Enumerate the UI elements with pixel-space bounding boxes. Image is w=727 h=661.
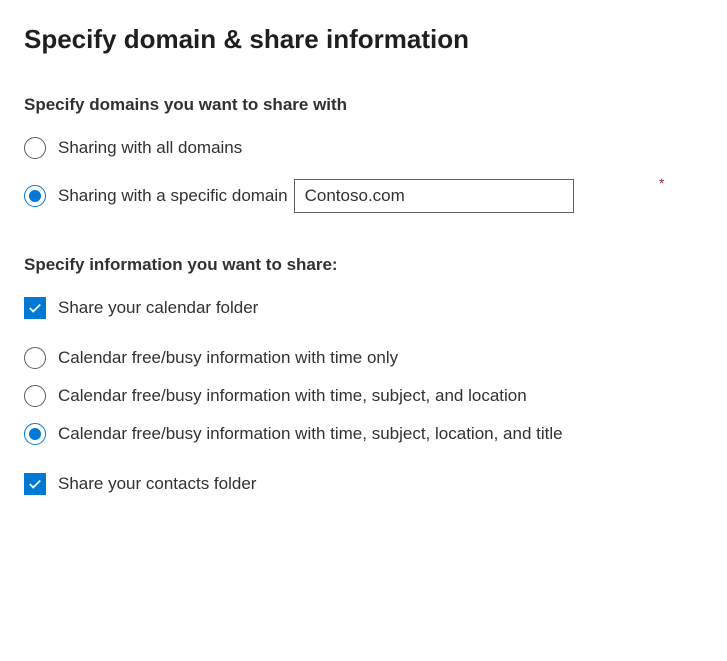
check-icon: [28, 301, 42, 315]
page-title: Specify domain & share information: [24, 24, 703, 55]
checkbox-share-contacts[interactable]: [24, 473, 46, 495]
domain-input[interactable]: [294, 179, 574, 213]
radio-time-only-label: Calendar free/busy information with time…: [58, 348, 398, 368]
radio-time-subject-location-title-label: Calendar free/busy information with time…: [58, 424, 563, 444]
domain-option-all-row[interactable]: Sharing with all domains: [24, 137, 703, 159]
checkbox-share-calendar-label: Share your calendar folder: [58, 298, 258, 318]
radio-specific-domain[interactable]: [24, 185, 46, 207]
required-asterisk: *: [659, 175, 664, 191]
domain-section-label: Specify domains you want to share with: [24, 95, 703, 115]
checkbox-share-calendar[interactable]: [24, 297, 46, 319]
radio-all-domains-label: Sharing with all domains: [58, 138, 242, 158]
radio-time-subject-location-label: Calendar free/busy information with time…: [58, 386, 527, 406]
info-section-label: Specify information you want to share:: [24, 255, 703, 275]
check-icon: [28, 477, 42, 491]
radio-time-subject-location-title[interactable]: [24, 423, 46, 445]
radio-time-only[interactable]: [24, 347, 46, 369]
calendar-detail-time-only-row[interactable]: Calendar free/busy information with time…: [24, 347, 703, 369]
radio-all-domains[interactable]: [24, 137, 46, 159]
radio-time-subject-location[interactable]: [24, 385, 46, 407]
share-contacts-row[interactable]: Share your contacts folder: [24, 473, 703, 495]
radio-specific-domain-label: Sharing with a specific domain: [58, 186, 288, 206]
checkbox-share-contacts-label: Share your contacts folder: [58, 474, 256, 494]
calendar-detail-time-subject-location-row[interactable]: Calendar free/busy information with time…: [24, 385, 703, 407]
share-calendar-row[interactable]: Share your calendar folder: [24, 297, 703, 319]
domain-option-specific-row[interactable]: Sharing with a specific domain *: [24, 179, 703, 213]
calendar-detail-time-subject-location-title-row[interactable]: Calendar free/busy information with time…: [24, 423, 703, 445]
